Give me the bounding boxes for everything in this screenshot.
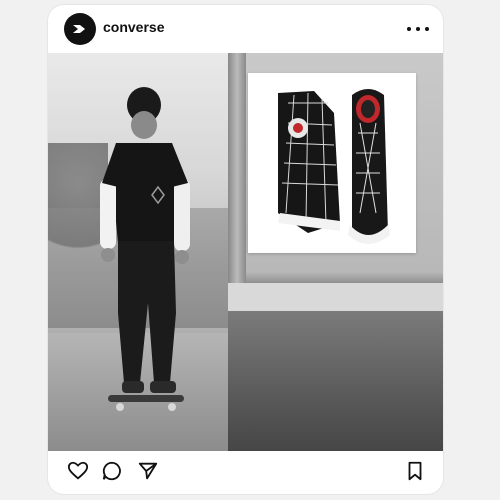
skater-figure (100, 87, 190, 411)
comment-icon[interactable] (100, 459, 124, 483)
send-icon[interactable] (136, 459, 160, 483)
skater-photo (48, 53, 228, 451)
post-actions (48, 451, 443, 494)
shoe-product-photo (228, 53, 443, 451)
post-card: converse (48, 5, 443, 494)
bookmark-icon[interactable] (403, 459, 427, 483)
shoe-product-card (248, 73, 416, 253)
converse-logo-icon[interactable] (64, 13, 96, 45)
heart-icon[interactable] (66, 459, 90, 483)
post-header: converse (48, 5, 443, 53)
more-options-icon[interactable] (407, 19, 429, 39)
post-media[interactable] (48, 53, 443, 451)
username[interactable]: converse (103, 19, 164, 35)
